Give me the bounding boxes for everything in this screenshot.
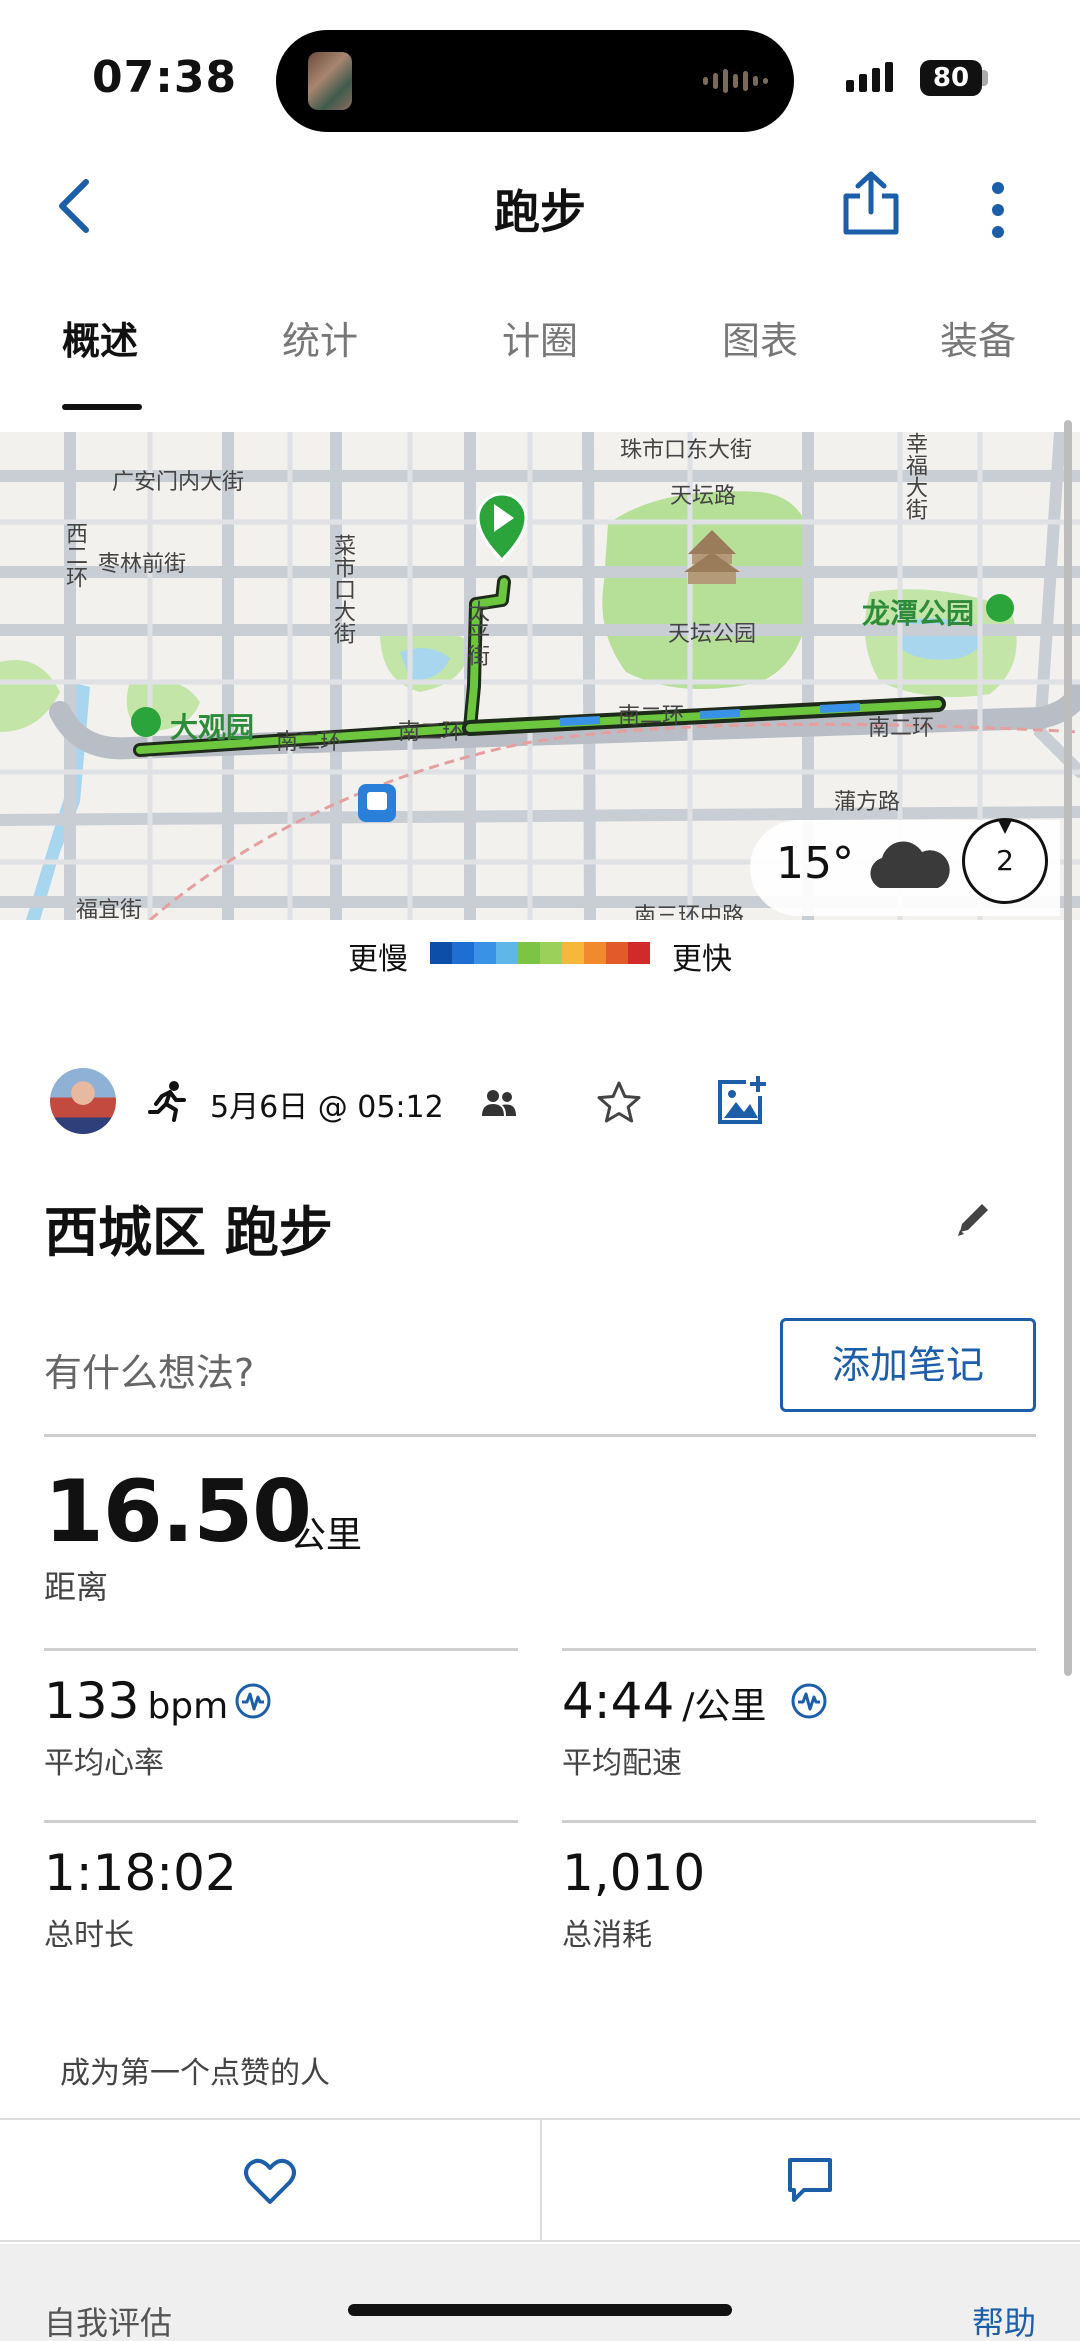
map-label: 太平街 xyxy=(464,600,489,666)
map-label: 幸福大街 xyxy=(902,432,927,520)
edit-pencil-icon[interactable] xyxy=(954,1198,994,1238)
calories-label: 总消耗 xyxy=(562,1918,652,1953)
scrollbar[interactable] xyxy=(1064,420,1072,1676)
kudos-prompt: 成为第一个点赞的人 xyxy=(60,2056,330,2091)
pace-label: 平均配速 xyxy=(562,1746,682,1781)
action-divider xyxy=(540,2120,542,2242)
divider xyxy=(44,1434,1036,1437)
pace-unit: /公里 xyxy=(682,1686,767,1727)
legend-swatch xyxy=(518,942,540,964)
tab-stats[interactable]: 统计 xyxy=(282,310,358,365)
legend-slower-label: 更慢 xyxy=(348,942,408,977)
divider xyxy=(562,1648,1036,1651)
heart-rate-zone-icon[interactable] xyxy=(234,1682,272,1720)
pace-stat: 4:44/公里 xyxy=(562,1672,766,1730)
battery-tip xyxy=(982,70,988,86)
activity-title: 西城区 跑步 xyxy=(44,1201,333,1264)
tab-laps[interactable]: 计圈 xyxy=(502,310,578,365)
legend-swatch xyxy=(430,942,452,964)
legend-swatch xyxy=(474,942,496,964)
map-label: 广安门内大街 xyxy=(112,470,245,495)
tab-bar: 概述 统计 计圈 图表 装备 xyxy=(0,310,1080,420)
now-playing-thumbnail xyxy=(308,52,352,110)
compass-needle-icon xyxy=(998,820,1012,834)
heart-rate-unit: bpm xyxy=(147,1686,229,1727)
legend-swatch xyxy=(584,942,606,964)
heart-rate-label: 平均心率 xyxy=(44,1746,164,1781)
cellular-signal-icon xyxy=(846,62,893,92)
comment-icon[interactable] xyxy=(786,2156,834,2204)
active-tab-indicator xyxy=(62,404,142,410)
heart-rate-stat: 133 bpm xyxy=(44,1672,228,1730)
cloud-icon xyxy=(870,841,950,888)
map-label: 枣林前街 xyxy=(98,552,187,577)
map-label: 南二环 xyxy=(618,704,685,729)
map-label: 菜市口大街 xyxy=(330,534,355,644)
map-label: 天坛路 xyxy=(670,484,737,509)
tab-gear[interactable]: 装备 xyxy=(940,310,1016,365)
legend-swatch xyxy=(452,942,474,964)
legend-swatch xyxy=(540,942,562,964)
distance-unit: 公里 xyxy=(290,1515,363,1556)
map-label: 福宜街 xyxy=(76,898,143,920)
tab-charts[interactable]: 图表 xyxy=(722,310,798,365)
calories-value: 1,010 xyxy=(562,1844,706,1902)
duration-value: 1:18:02 xyxy=(44,1844,237,1902)
pace-legend-bar xyxy=(430,942,650,964)
divider xyxy=(44,1820,518,1823)
map-label: 龙潭公园 xyxy=(862,597,975,630)
help-link[interactable]: 帮助 xyxy=(972,2298,1036,2341)
people-icon[interactable] xyxy=(480,1088,518,1118)
map-label: 南三环中路 xyxy=(634,904,745,920)
share-icon[interactable] xyxy=(840,170,902,236)
dynamic-island[interactable] xyxy=(276,30,794,132)
battery-indicator: 80 xyxy=(920,60,982,96)
map-label: 大观园 xyxy=(170,711,255,744)
home-indicator[interactable] xyxy=(348,2304,732,2316)
star-icon[interactable] xyxy=(596,1080,642,1126)
distance-value: 16.50 xyxy=(44,1462,312,1562)
heart-rate-value: 133 xyxy=(44,1672,140,1730)
note-placeholder[interactable]: 有什么想法? xyxy=(44,1342,254,1397)
heart-icon[interactable] xyxy=(244,2158,296,2206)
map-label: 南二环 xyxy=(868,716,935,741)
legend-swatch xyxy=(628,942,650,964)
activity-date: 5月6日 @ 05:12 xyxy=(210,1090,444,1125)
weather-temperature: 15° xyxy=(776,838,854,889)
avatar[interactable] xyxy=(50,1068,116,1134)
divider xyxy=(44,1648,518,1651)
legend-swatch xyxy=(496,942,518,964)
audio-wave-icon xyxy=(703,66,768,96)
divider xyxy=(562,1820,1036,1823)
tab-overview[interactable]: 概述 xyxy=(62,310,138,365)
legend-faster-label: 更快 xyxy=(672,942,732,977)
map-label: 天坛公园 xyxy=(668,622,757,647)
add-photo-icon[interactable] xyxy=(716,1074,768,1126)
legend-swatch xyxy=(562,942,584,964)
running-icon xyxy=(148,1081,186,1122)
more-options-icon[interactable] xyxy=(986,180,1010,240)
map-label: 南二环 xyxy=(276,730,343,755)
duration-label: 总时长 xyxy=(44,1918,134,1953)
map-label: 珠市口东大街 xyxy=(620,438,753,463)
map-label: 西二环 xyxy=(62,522,87,588)
add-note-button[interactable]: 添加笔记 xyxy=(780,1318,1036,1412)
distance-label: 距离 xyxy=(44,1568,109,1606)
map-label: 蒲方路 xyxy=(834,790,901,815)
pace-zone-icon[interactable] xyxy=(790,1682,828,1720)
self-evaluation-label: 自我评估 xyxy=(44,2304,173,2341)
status-time: 07:38 xyxy=(92,52,238,103)
page-title: 跑步 xyxy=(494,185,586,239)
legend-swatch xyxy=(606,942,628,964)
pace-value: 4:44 xyxy=(562,1672,675,1730)
map-label: 南二环 xyxy=(398,720,465,745)
